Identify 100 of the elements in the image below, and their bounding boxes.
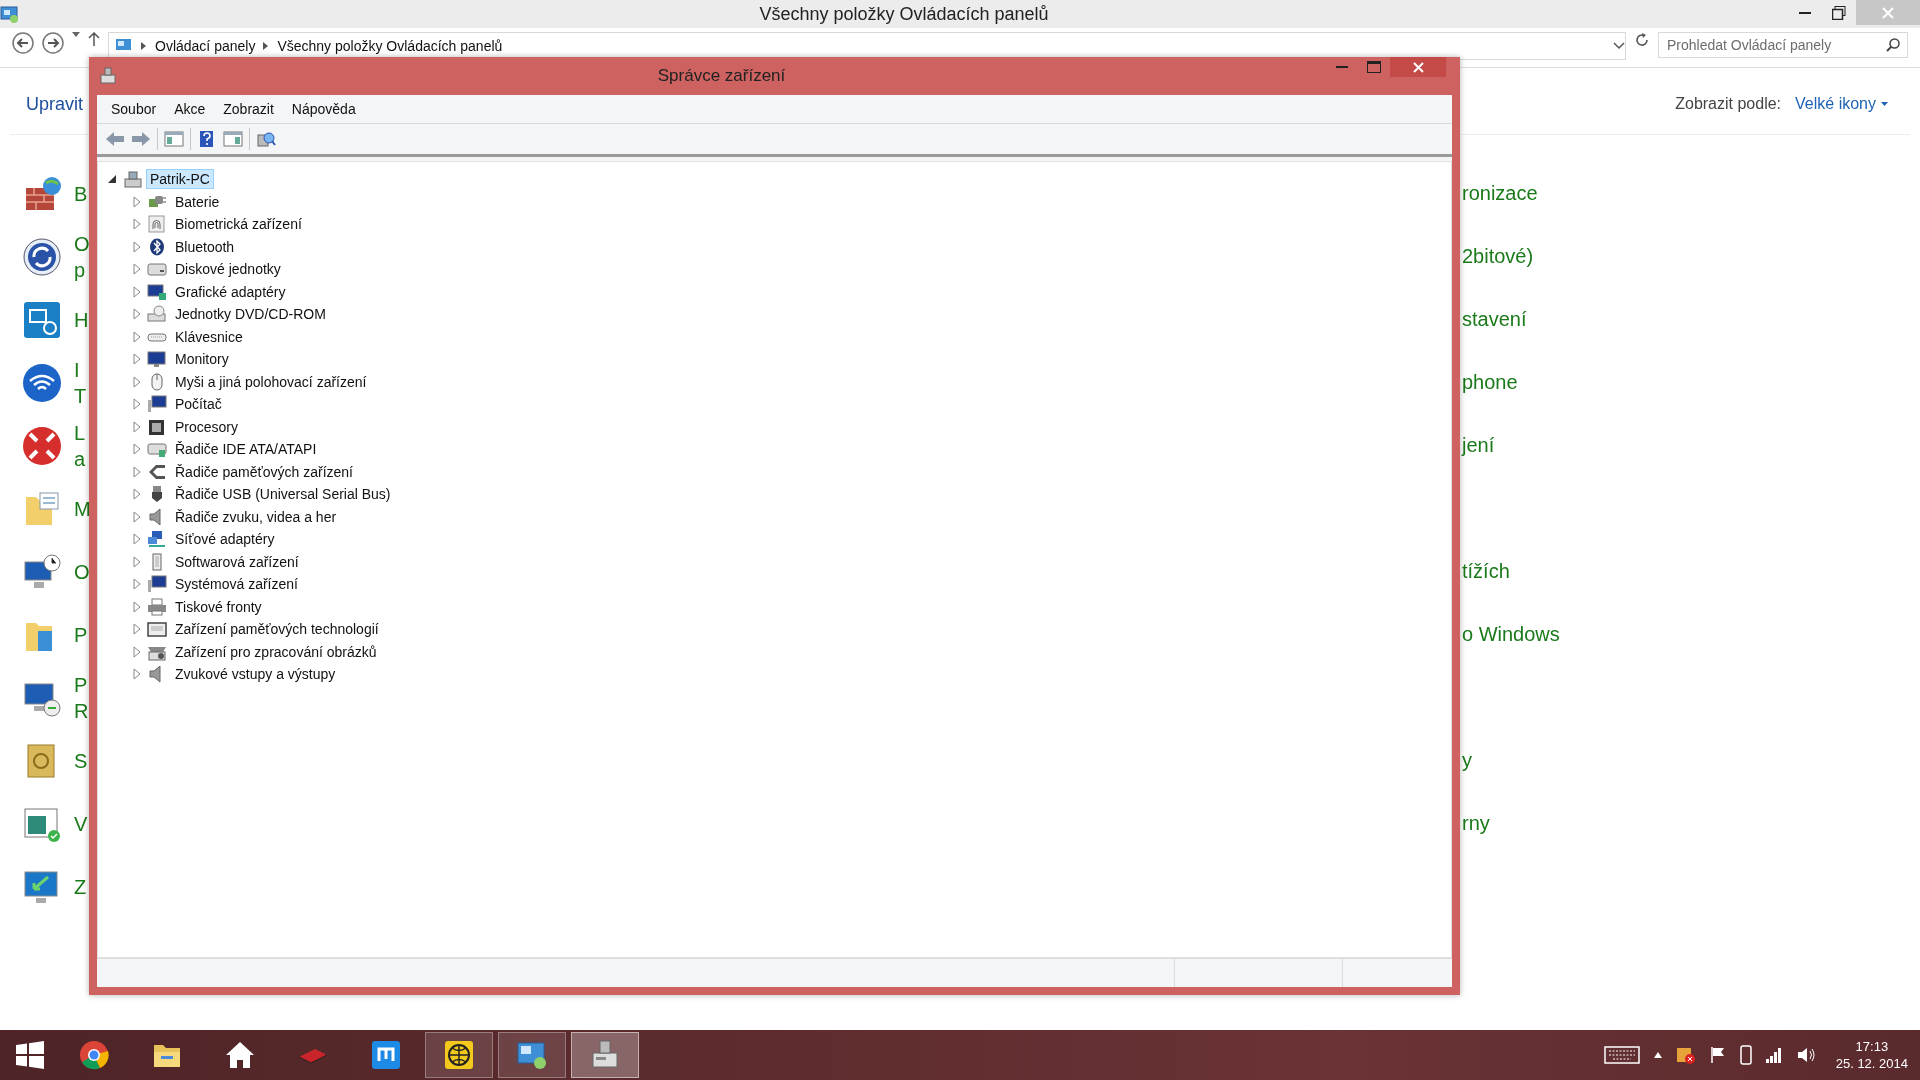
item-link[interactable]: rny [1462,812,1490,835]
expand-toggle[interactable] [131,420,143,433]
expand-toggle[interactable] [131,285,143,298]
sync-center-icon[interactable] [22,236,62,277]
tree-item[interactable]: Řadiče paměťových zařízení [171,461,357,482]
item-link[interactable]: P R [74,671,89,724]
expand-toggle[interactable] [131,263,143,276]
expand-toggle[interactable] [131,668,143,681]
taskbar-app[interactable] [425,1032,493,1078]
expand-toggle[interactable] [131,600,143,613]
tree-item[interactable]: Jednotky DVD/CD-ROM [171,304,330,325]
breadcrumb-item[interactable]: Všechny položky Ovládacích panelů [277,38,503,54]
item-link[interactable]: B [74,180,88,207]
tree-item[interactable]: Zařízení paměťových technologií [171,619,383,640]
tree-item[interactable]: Síťové adaptéry [171,529,279,550]
expand-toggle[interactable] [131,555,143,568]
search-field[interactable]: Prohledat Ovládací panely [1658,32,1908,58]
expand-toggle[interactable] [131,308,143,321]
tree-item[interactable]: Procesory [171,416,243,437]
menu-item[interactable]: Nápověda [283,101,364,117]
view-label: Zobrazit podle: [1675,95,1782,113]
expand-toggle[interactable] [131,510,143,523]
clock[interactable]: 17:13 25. 12. 2014 [1835,1038,1908,1072]
tree-item[interactable]: Patrik-PC [146,169,214,190]
item-link[interactable]: V [74,810,88,837]
tree-item[interactable]: Myši a jiná polohovací zařízení [171,371,371,392]
item-link[interactable]: 2bitové) [1462,245,1534,268]
item-link[interactable]: y [1462,749,1472,772]
item-link[interactable]: I T [74,356,87,409]
tree-item[interactable]: Monitory [171,349,233,370]
keyboard-icon[interactable] [1603,1045,1640,1065]
menu-item[interactable]: Soubor [103,101,165,117]
tree-item[interactable]: Diskové jednotky [171,259,285,280]
action-pane-button[interactable] [223,130,243,148]
expand-toggle[interactable] [131,398,143,411]
tree-item[interactable]: Softwarová zařízení [171,551,303,572]
item-link[interactable]: ronizace [1462,182,1538,205]
back-button[interactable] [12,32,34,54]
display-settings-icon[interactable] [22,299,62,340]
item-link[interactable]: phone [1462,371,1518,394]
item-link[interactable]: L a [74,419,86,472]
expand-toggle[interactable] [131,195,143,208]
expand-toggle[interactable] [131,443,143,456]
tree-item[interactable]: Zvukové vstupy a výstupy [171,664,340,685]
item-link[interactable]: jení [1462,434,1495,457]
item-link[interactable]: P [74,621,88,648]
volume-icon[interactable] [1795,1046,1816,1064]
item-link[interactable]: tížích [1462,560,1510,583]
item-link[interactable]: S [74,747,88,774]
security-icon[interactable] [1675,1045,1696,1065]
expand-toggle[interactable] [106,173,118,186]
tree-item[interactable]: Řadiče USB (Universal Serial Bus) [171,484,395,505]
scan-hardware-button[interactable] [256,130,276,148]
tree-item[interactable]: Systémová zařízení [171,574,302,595]
forward-button[interactable] [42,32,64,54]
close-button[interactable] [1390,57,1446,77]
lifebuoy-icon[interactable] [22,425,62,466]
signal-icon[interactable] [1765,1047,1782,1063]
refresh-button[interactable] [1634,32,1650,48]
tree-item[interactable]: Řadiče IDE ATA/ATAPI [171,439,321,460]
up-button[interactable] [88,32,100,46]
tree-item[interactable]: Bluetooth [171,236,239,257]
menu-item[interactable]: Zobrazit [215,101,282,117]
flag-icon[interactable] [1709,1046,1726,1064]
tree-item[interactable]: Klávesnice [171,326,247,347]
tree-item[interactable]: Baterie [171,191,224,212]
tree-item[interactable]: Biometrická zařízení [171,214,306,235]
tree-item[interactable]: Zařízení pro zpracování obrázků [171,641,381,662]
caret-up-icon[interactable] [1653,1052,1662,1058]
item-link[interactable]: O p [74,230,90,283]
expand-toggle[interactable] [131,240,143,253]
expand-toggle[interactable] [131,645,143,658]
expand-toggle[interactable] [131,375,143,388]
phone-icon[interactable] [1739,1045,1752,1065]
expand-toggle[interactable] [131,353,143,366]
expand-toggle[interactable] [131,218,143,231]
header-link[interactable]: Upravit [26,93,83,115]
tree-item[interactable]: Počítač [171,394,226,415]
item-link[interactable]: o Windows [1462,623,1560,646]
view-dropdown[interactable]: Velké ikony [1795,95,1888,113]
tree-item[interactable]: Grafické adaptéry [171,281,290,302]
expand-toggle[interactable] [131,330,143,343]
item-link[interactable]: H [74,306,89,333]
menu-item[interactable]: Akce [166,101,214,117]
tree-item[interactable]: Tiskové fronty [171,596,266,617]
expand-toggle[interactable] [131,488,143,501]
taskbar-app[interactable] [498,1032,566,1078]
expand-toggle[interactable] [131,623,143,636]
expand-toggle[interactable] [131,578,143,591]
item-link[interactable]: M [74,495,91,522]
console-tree-button[interactable] [164,130,184,148]
breadcrumb-item[interactable]: Ovládací panely [155,38,256,54]
item-link[interactable]: Z [74,873,87,900]
item-link[interactable]: O [74,558,90,585]
wifi-icon[interactable] [22,362,62,403]
item-link[interactable]: stavení [1462,308,1527,331]
tree-item[interactable]: Řadiče zvuku, videa a her [171,506,341,527]
expand-toggle[interactable] [131,465,143,478]
expand-toggle[interactable] [131,533,143,546]
history-dropdown[interactable] [72,32,80,38]
